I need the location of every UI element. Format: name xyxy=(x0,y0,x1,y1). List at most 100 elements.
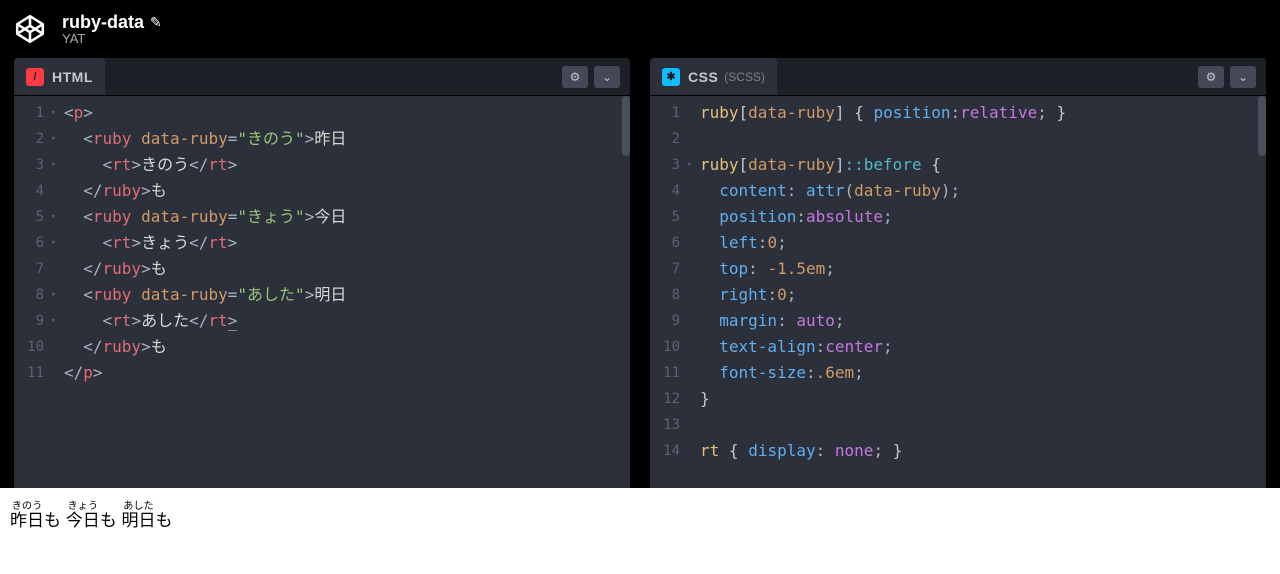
code-content: ruby[data-ruby] { position:relative; } xyxy=(700,100,1066,126)
line-number: 12 xyxy=(656,386,700,412)
top-bar: ruby-data ✎ YAT xyxy=(0,0,1280,58)
code-line[interactable]: 11</p> xyxy=(20,360,630,386)
line-number: 7 xyxy=(656,256,700,282)
line-number: 4 xyxy=(20,178,64,204)
edit-title-icon[interactable]: ✎ xyxy=(150,14,162,31)
code-content: <rt>きょう</rt> xyxy=(64,230,237,256)
code-content: left:0; xyxy=(700,230,787,256)
code-line[interactable]: 5▾ <ruby data-ruby="きょう">今日 xyxy=(20,204,630,230)
code-line[interactable]: 7 </ruby>も xyxy=(20,256,630,282)
chevron-down-icon: ⌄ xyxy=(602,70,612,84)
code-line[interactable]: 11 font-size:.6em; xyxy=(656,360,1266,386)
css-settings-button[interactable]: ⚙ xyxy=(1198,66,1224,88)
code-content: font-size:.6em; xyxy=(700,360,864,386)
line-number: 6▾ xyxy=(20,230,64,256)
line-number: 10 xyxy=(20,334,64,360)
code-content: <rt>きのう</rt> xyxy=(64,152,237,178)
code-content: </ruby>も xyxy=(64,256,167,282)
code-line[interactable]: 6 left:0; xyxy=(656,230,1266,256)
code-content: text-align:center; xyxy=(700,334,893,360)
code-line[interactable]: 3▾ <rt>きのう</rt> xyxy=(20,152,630,178)
line-number: 8▾ xyxy=(20,282,64,308)
line-number: 9 xyxy=(656,308,700,334)
html-tab[interactable]: / HTML xyxy=(14,58,105,95)
code-line[interactable]: 10 </ruby>も xyxy=(20,334,630,360)
line-number: 11 xyxy=(20,360,64,386)
code-content: </p> xyxy=(64,360,103,386)
code-line[interactable]: 9▾ <rt>あした</rt> xyxy=(20,308,630,334)
code-content: right:0; xyxy=(700,282,796,308)
code-line[interactable]: 3▾ruby[data-ruby]::before { xyxy=(656,152,1266,178)
code-content: margin: auto; xyxy=(700,308,845,334)
line-number: 14 xyxy=(656,438,700,464)
html-lang-icon: / xyxy=(26,68,44,86)
code-line[interactable]: 10 text-align:center; xyxy=(656,334,1266,360)
html-scrollbar[interactable] xyxy=(622,96,630,156)
html-lang-label: HTML xyxy=(52,69,93,85)
code-content: <rt>あした</rt> xyxy=(64,308,237,334)
html-settings-button[interactable]: ⚙ xyxy=(562,66,588,88)
line-number: 13 xyxy=(656,412,700,438)
chevron-down-icon: ⌄ xyxy=(1238,70,1248,84)
css-scrollbar[interactable] xyxy=(1258,96,1266,156)
css-tab[interactable]: ✱ CSS (SCSS) xyxy=(650,58,777,95)
code-content: </ruby>も xyxy=(64,334,167,360)
code-line[interactable]: 8▾ <ruby data-ruby="あした">明日 xyxy=(20,282,630,308)
html-editor[interactable]: 1▾<p>2▾ <ruby data-ruby="きのう">昨日3▾ <rt>き… xyxy=(14,96,630,488)
line-number: 5 xyxy=(656,204,700,230)
line-number: 3▾ xyxy=(20,152,64,178)
line-number: 2▾ xyxy=(20,126,64,152)
css-editor[interactable]: 1ruby[data-ruby] { position:relative; }2… xyxy=(650,96,1266,488)
html-panel-header: / HTML ⚙ ⌄ xyxy=(14,58,630,96)
line-number: 1 xyxy=(656,100,700,126)
code-line[interactable]: 4 </ruby>も xyxy=(20,178,630,204)
code-line[interactable]: 5 position:absolute; xyxy=(656,204,1266,230)
code-line[interactable]: 2▾ <ruby data-ruby="きのう">昨日 xyxy=(20,126,630,152)
css-lang-label: CSS xyxy=(688,69,718,85)
code-content: <ruby data-ruby="あした">明日 xyxy=(64,282,346,308)
ruby-word: 今日きょう xyxy=(66,511,100,530)
code-content: rt { display: none; } xyxy=(700,438,902,464)
code-line[interactable]: 1▾<p> xyxy=(20,100,630,126)
gear-icon: ⚙ xyxy=(1206,70,1217,84)
line-number: 10 xyxy=(656,334,700,360)
html-dropdown-button[interactable]: ⌄ xyxy=(594,66,620,88)
css-dropdown-button[interactable]: ⌄ xyxy=(1230,66,1256,88)
code-line[interactable]: 2 xyxy=(656,126,1266,152)
code-line[interactable]: 13 xyxy=(656,412,1266,438)
code-line[interactable]: 8 right:0; xyxy=(656,282,1266,308)
css-panel: ✱ CSS (SCSS) ⚙ ⌄ 1ruby[data-ruby] { posi… xyxy=(650,58,1266,488)
pen-author[interactable]: YAT xyxy=(62,31,162,46)
html-panel: / HTML ⚙ ⌄ 1▾<p>2▾ <ruby data-ruby="きのう"… xyxy=(14,58,630,488)
ruby-word: 明日あした xyxy=(121,511,155,530)
css-lang-icon: ✱ xyxy=(662,68,680,86)
output-pane: 昨日きのうも 今日きょうも 明日あしたも xyxy=(0,488,1280,574)
line-number: 6 xyxy=(656,230,700,256)
output-text: 昨日きのうも 今日きょうも 明日あしたも xyxy=(10,506,1270,531)
code-line[interactable]: 7 top: -1.5em; xyxy=(656,256,1266,282)
code-content: } xyxy=(700,386,710,412)
code-line[interactable]: 6▾ <rt>きょう</rt> xyxy=(20,230,630,256)
code-content: </ruby>も xyxy=(64,178,167,204)
code-content: content: attr(data-ruby); xyxy=(700,178,960,204)
code-content: <p> xyxy=(64,100,93,126)
code-line[interactable]: 4 content: attr(data-ruby); xyxy=(656,178,1266,204)
line-number: 8 xyxy=(656,282,700,308)
code-line[interactable]: 12} xyxy=(656,386,1266,412)
line-number: 7 xyxy=(20,256,64,282)
code-content: <ruby data-ruby="きのう">昨日 xyxy=(64,126,346,152)
code-content: <ruby data-ruby="きょう">今日 xyxy=(64,204,346,230)
code-line[interactable]: 1ruby[data-ruby] { position:relative; } xyxy=(656,100,1266,126)
code-line[interactable]: 9 margin: auto; xyxy=(656,308,1266,334)
css-lang-sublabel: (SCSS) xyxy=(724,70,765,84)
pen-title[interactable]: ruby-data xyxy=(62,12,144,33)
line-number: 11 xyxy=(656,360,700,386)
codepen-logo-icon[interactable] xyxy=(12,11,48,47)
code-content: top: -1.5em; xyxy=(700,256,835,282)
code-content: ruby[data-ruby]::before { xyxy=(700,152,941,178)
css-panel-header: ✱ CSS (SCSS) ⚙ ⌄ xyxy=(650,58,1266,96)
gear-icon: ⚙ xyxy=(570,70,581,84)
code-line[interactable]: 14rt { display: none; } xyxy=(656,438,1266,464)
line-number: 1▾ xyxy=(20,100,64,126)
code-content: position:absolute; xyxy=(700,204,893,230)
